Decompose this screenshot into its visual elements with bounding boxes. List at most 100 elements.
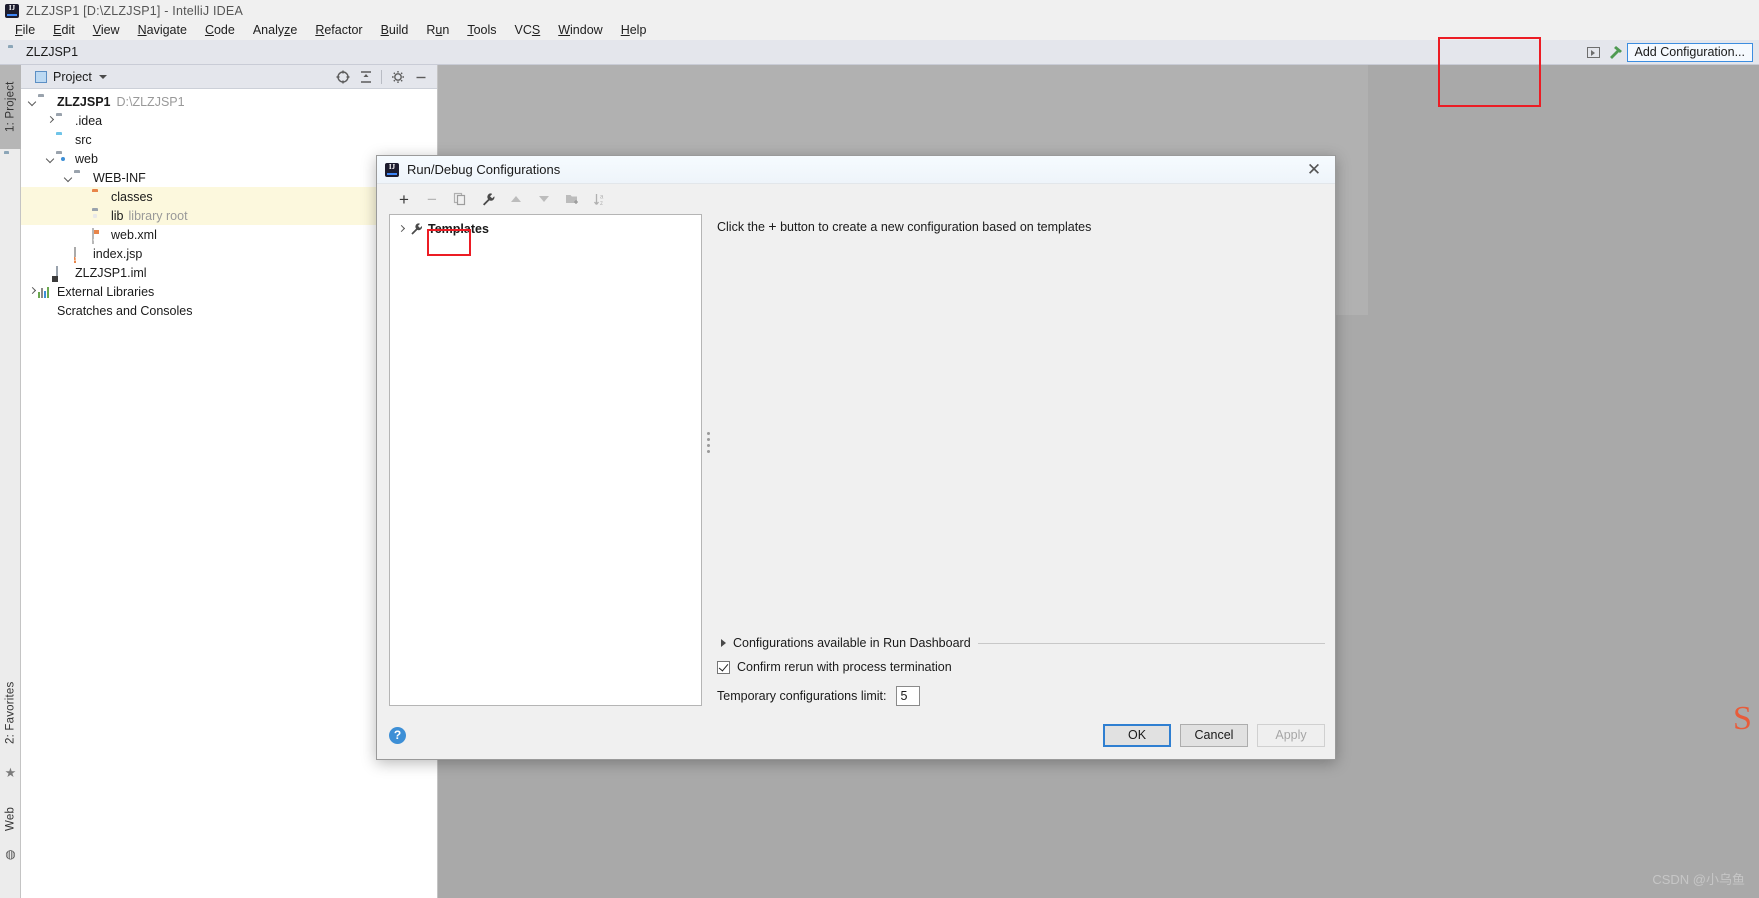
- project-panel-header: Project: [21, 65, 437, 89]
- watermark: CSDN @小乌鱼: [1652, 872, 1745, 887]
- chevron-right-icon[interactable]: [396, 224, 407, 235]
- tree-row[interactable]: ZLZJSP1 D:\ZLZJSP1: [21, 92, 437, 111]
- remove-configuration-button: −: [427, 189, 437, 209]
- arrow-down-icon-svg: [539, 196, 549, 202]
- chevron-right-icon[interactable]: [45, 115, 56, 126]
- sidebar-item-project[interactable]: 1: Project: [0, 65, 21, 149]
- tree-row-label: lib: [111, 208, 124, 223]
- run-debug-configurations-dialog: Run/Debug Configurations ✕ + −: [376, 155, 1336, 760]
- folder-library-icon: [92, 209, 107, 223]
- minimize-icon[interactable]: [410, 67, 431, 87]
- add-configuration-button[interactable]: Add Configuration...: [1626, 42, 1753, 62]
- tree-row[interactable]: classes: [21, 187, 437, 206]
- menu-vcs[interactable]: VCS: [506, 21, 550, 40]
- tree-row[interactable]: web.xml: [21, 225, 437, 244]
- menu-view[interactable]: View: [84, 21, 129, 40]
- gear-icon-svg: [391, 70, 404, 83]
- help-button[interactable]: ?: [389, 726, 406, 744]
- toolbar-separator: [381, 69, 382, 84]
- confirm-rerun-checkbox-row[interactable]: Confirm rerun with process termination: [717, 660, 1325, 686]
- tree-row-label: External Libraries: [57, 284, 155, 299]
- dialog-splitter-handle[interactable]: [706, 429, 711, 469]
- sort-alphabetically-icon-svg: a z: [593, 193, 604, 207]
- menu-refactor[interactable]: Refactor: [306, 21, 371, 40]
- tree-row[interactable]: lib library root: [21, 206, 437, 225]
- svg-text:a: a: [600, 194, 604, 200]
- tree-row-label: .idea: [75, 113, 103, 128]
- scroll-from-source-icon[interactable]: [332, 67, 353, 87]
- tree-row-label: index.jsp: [93, 246, 143, 261]
- gear-icon[interactable]: [387, 67, 408, 87]
- tree-row[interactable]: index.jsp: [21, 244, 437, 263]
- run-icon[interactable]: [1583, 42, 1605, 62]
- move-up-button: [503, 188, 529, 210]
- chevron-down-icon[interactable]: [27, 96, 38, 107]
- intellij-idea-logo-icon: [5, 3, 19, 18]
- tree-row-label: Scratches and Consoles: [57, 303, 193, 318]
- add-configuration-button[interactable]: +: [391, 188, 417, 210]
- dialog-title: Run/Debug Configurations: [407, 162, 561, 177]
- edit-templates-button[interactable]: [475, 188, 501, 210]
- tree-row[interactable]: ZLZJSP1.iml: [21, 263, 437, 282]
- confirm-rerun-checkbox[interactable]: [717, 660, 730, 674]
- menu-run[interactable]: Run: [417, 21, 458, 40]
- tree-row[interactable]: .idea: [21, 111, 437, 130]
- dialog-options-section: Configurations available in Run Dashboar…: [717, 636, 1325, 706]
- sidebar-item-favorites[interactable]: 2: Favorites: [0, 665, 21, 761]
- chevron-down-icon[interactable]: [45, 153, 56, 164]
- menu-tools[interactable]: Tools: [458, 21, 505, 40]
- collapse-all-icon[interactable]: [355, 67, 376, 87]
- hammer-build-icon-svg: [1610, 46, 1622, 59]
- tree-node-templates[interactable]: Templates: [390, 219, 701, 239]
- globe-icon: ◍: [5, 847, 16, 861]
- tree-row-label: ZLZJSP1.iml: [75, 265, 147, 280]
- menu-window[interactable]: Window: [549, 21, 611, 40]
- project-panel-title: Project: [53, 69, 92, 84]
- tree-row[interactable]: web: [21, 149, 437, 168]
- scroll-from-source-icon-svg: [336, 70, 349, 83]
- wrench-icon-svg: [411, 223, 423, 235]
- run-dashboard-section[interactable]: Configurations available in Run Dashboar…: [717, 636, 1325, 660]
- chevron-right-icon[interactable]: [27, 286, 38, 297]
- sort-configurations-button: a z: [587, 188, 613, 210]
- menu-code[interactable]: Code: [196, 21, 244, 40]
- cancel-button[interactable]: Cancel: [1180, 723, 1248, 747]
- temp-limit-input[interactable]: 5: [895, 686, 920, 706]
- tree-row[interactable]: src: [21, 130, 437, 149]
- left-tool-strip: 1: Project 2: Favorites ★ Web ◍: [0, 65, 21, 898]
- external-libraries-icon: [38, 285, 53, 299]
- menu-edit[interactable]: Edit: [44, 21, 84, 40]
- main-toolbar: ZLZJSP1 Add Configuration...: [0, 40, 1759, 65]
- run-dashboard-label: Configurations available in Run Dashboar…: [733, 636, 971, 650]
- ok-button[interactable]: OK: [1103, 723, 1171, 747]
- sidebar-item-web[interactable]: Web: [0, 795, 21, 843]
- hammer-build-icon[interactable]: [1605, 42, 1627, 62]
- breadcrumb[interactable]: ZLZJSP1: [8, 45, 78, 59]
- tree-row-label: classes: [111, 189, 153, 204]
- close-icon[interactable]: ✕: [1301, 157, 1327, 183]
- new-folder-icon-svg: [565, 195, 578, 204]
- folder-grey-icon: [74, 171, 89, 185]
- tree-row[interactable]: WEB-INF: [21, 168, 437, 187]
- triangle-right-icon[interactable]: [721, 639, 726, 647]
- configurations-tree-pane[interactable]: Templates: [389, 214, 702, 706]
- folder-grey-icon: [56, 114, 71, 128]
- project-view-icon: [35, 70, 47, 83]
- module-folder-icon: [38, 95, 53, 109]
- chevron-down-icon[interactable]: [98, 74, 107, 79]
- menu-file[interactable]: File: [6, 21, 44, 40]
- menu-navigate[interactable]: Navigate: [129, 21, 196, 40]
- tree-row[interactable]: External Libraries: [21, 282, 437, 301]
- menu-build[interactable]: Build: [372, 21, 418, 40]
- menu-analyze[interactable]: Analyze: [244, 21, 306, 40]
- toolbar-right-group: Add Configuration...: [1583, 42, 1759, 62]
- folder-web-icon: [56, 152, 71, 166]
- chevron-down-icon[interactable]: [63, 172, 74, 183]
- tree-row[interactable]: Scratches and Consoles: [21, 301, 437, 320]
- project-panel-actions: [332, 67, 431, 87]
- menu-help[interactable]: Help: [612, 21, 656, 40]
- menubar: File Edit View Navigate Code Analyze Ref…: [0, 21, 1759, 40]
